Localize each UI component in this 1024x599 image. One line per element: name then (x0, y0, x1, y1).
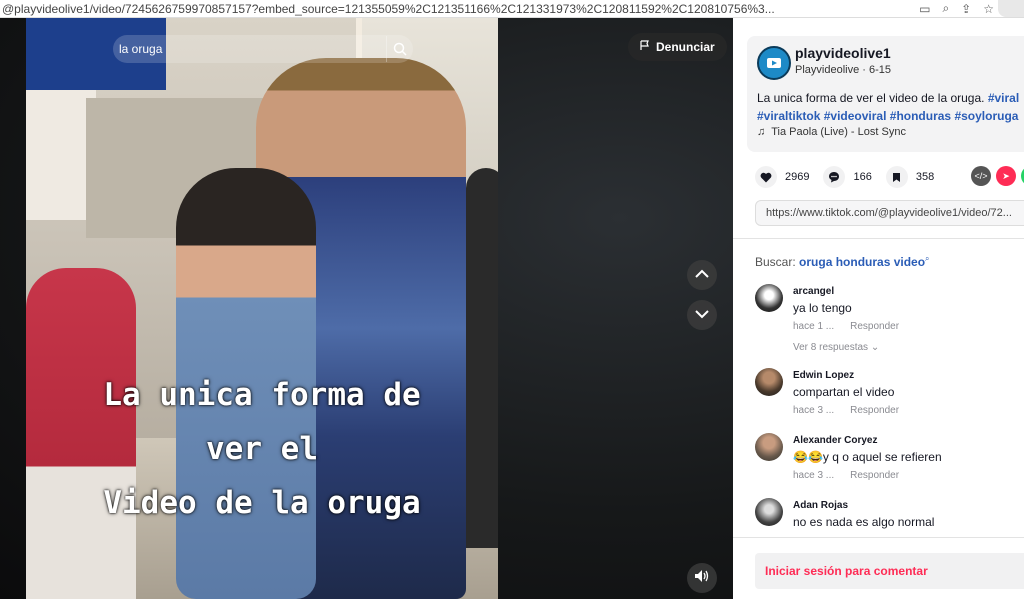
comment-meta: hace 3 ... Responder (793, 470, 915, 481)
author-subtitle: Playvideolive · 6-15 (795, 64, 891, 76)
search-prefix: Buscar: (755, 255, 796, 269)
send-icon[interactable]: ➤ (996, 166, 1016, 186)
profile-button[interactable] (998, 0, 1024, 17)
chevron-down-icon: ⌄ (870, 342, 880, 353)
comment-login-bar: Iniciar sesión para comentar (733, 537, 1024, 599)
comment-text: no es nada es algo normal (793, 515, 935, 529)
speaker-icon (694, 569, 710, 588)
comment-meta: hace 3 ... Responder (793, 405, 915, 416)
avatar[interactable] (755, 284, 783, 312)
video-description: La unica forma de ver el video de la oru… (757, 89, 1024, 125)
video-link-field[interactable]: https://www.tiktok.com/@playvideolive1/v… (755, 200, 1024, 226)
comment-count: 166 (853, 171, 872, 183)
save-stat[interactable]: 358 (885, 166, 935, 188)
search-icon: ⌕ (925, 254, 930, 263)
comment-time: hace 3 ... (793, 405, 835, 416)
volume-button[interactable] (687, 563, 717, 593)
view-replies-label: Ver 8 respuestas (793, 342, 869, 353)
avatar[interactable] (755, 433, 783, 461)
reply-button[interactable]: Responder (850, 405, 899, 416)
view-replies-button[interactable]: Ver 8 respuestas ⌄ (793, 342, 879, 353)
related-search[interactable]: Buscar: oruga honduras video⌕ (755, 254, 930, 269)
video-search-bar[interactable]: la oruga (113, 35, 413, 63)
embed-code-icon[interactable]: </> (971, 166, 991, 186)
login-to-comment-button[interactable]: Iniciar sesión para comentar (755, 553, 1024, 589)
video-details-panel: playvideolive1 Playvideolive · 6-15 La u… (733, 18, 1024, 599)
video-search-text[interactable]: la oruga (113, 42, 386, 56)
video-player[interactable]: La unica forma de ver el Video de la oru… (0, 18, 733, 599)
bookmark-icon[interactable] (885, 166, 908, 188)
hashtag-link[interactable]: #soyloruga (954, 109, 1018, 123)
avatar[interactable] (755, 498, 783, 526)
comment-author[interactable]: arcangel (793, 286, 834, 297)
description-text: La unica forma de ver el video de la oru… (757, 91, 985, 105)
like-stat[interactable]: 2969 (755, 166, 809, 188)
install-icon[interactable]: ▭ (919, 2, 930, 16)
music-title[interactable]: Tia Paola (Live) - Lost Sync (771, 126, 906, 138)
report-button[interactable]: Denunciar (628, 33, 727, 61)
like-count: 2969 (785, 171, 810, 183)
video-frame[interactable]: La unica forma de ver el Video de la oru… (26, 18, 498, 599)
comment-stat[interactable]: 166 (823, 166, 872, 188)
avatar[interactable] (755, 368, 783, 396)
search-icon[interactable]: ⌕ (942, 1, 949, 16)
divider (733, 238, 1024, 239)
chevron-down-icon (695, 306, 709, 324)
share-icon[interactable]: ⇪ (961, 2, 971, 16)
search-icon[interactable] (386, 36, 413, 62)
reply-button[interactable]: Responder (850, 470, 899, 481)
comment-author[interactable]: Edwin Lopez (793, 370, 854, 381)
comment-author[interactable]: Alexander Coryez (793, 435, 877, 446)
bookmark-star-icon[interactable]: ☆ (983, 2, 994, 16)
author-card: playvideolive1 Playvideolive · 6-15 La u… (747, 36, 1024, 152)
save-count: 358 (915, 171, 935, 183)
music-note-icon: ♫ (757, 126, 766, 138)
hashtag-link[interactable]: #honduras (890, 109, 951, 123)
comment-time: hace 1 ... (793, 321, 835, 332)
next-video-button[interactable] (687, 300, 717, 330)
comment-author[interactable]: Adan Rojas (793, 500, 848, 511)
caption-line-1: La unica forma de (103, 377, 421, 413)
chevron-up-icon (695, 266, 709, 284)
flag-icon (640, 40, 650, 54)
author-avatar[interactable] (757, 46, 791, 80)
author-username[interactable]: playvideolive1 (795, 45, 891, 61)
hashtag-link[interactable]: #videoviral (824, 109, 887, 123)
hashtag-link[interactable]: #viraltiktok (757, 109, 820, 123)
comment-time: hace 3 ... (793, 470, 835, 481)
share-icons: </> ➤ ✆ (971, 166, 1024, 186)
video-caption-overlay: La unica forma de ver el Video de la oru… (26, 368, 498, 530)
stats-row: 2969 166 358 (755, 166, 948, 188)
hashtag-link[interactable]: #viral (988, 91, 1019, 105)
comment-text: ya lo tengo (793, 301, 852, 315)
music-info[interactable]: ♫ Tia Paola (Live) - Lost Sync (757, 126, 906, 138)
caption-line-3: Video de la oruga (103, 485, 421, 521)
caption-line-2: ver el (206, 431, 318, 467)
comment-bubble-icon[interactable] (823, 166, 846, 188)
reply-button[interactable]: Responder (850, 321, 899, 332)
heart-icon[interactable] (755, 166, 777, 188)
url-text[interactable]: @playvideolive1/video/724562675997085715… (0, 2, 862, 16)
previous-video-button[interactable] (687, 260, 717, 290)
comment-meta: hace 1 ... Responder (793, 321, 915, 332)
comment-text: compartan el video (793, 385, 895, 399)
browser-url-bar[interactable]: @playvideolive1/video/724562675997085715… (0, 0, 1024, 18)
comment-text: 😂😂y q o aquel se refieren (793, 450, 942, 464)
search-query-link[interactable]: oruga honduras video (799, 255, 925, 269)
report-label: Denunciar (656, 40, 715, 54)
